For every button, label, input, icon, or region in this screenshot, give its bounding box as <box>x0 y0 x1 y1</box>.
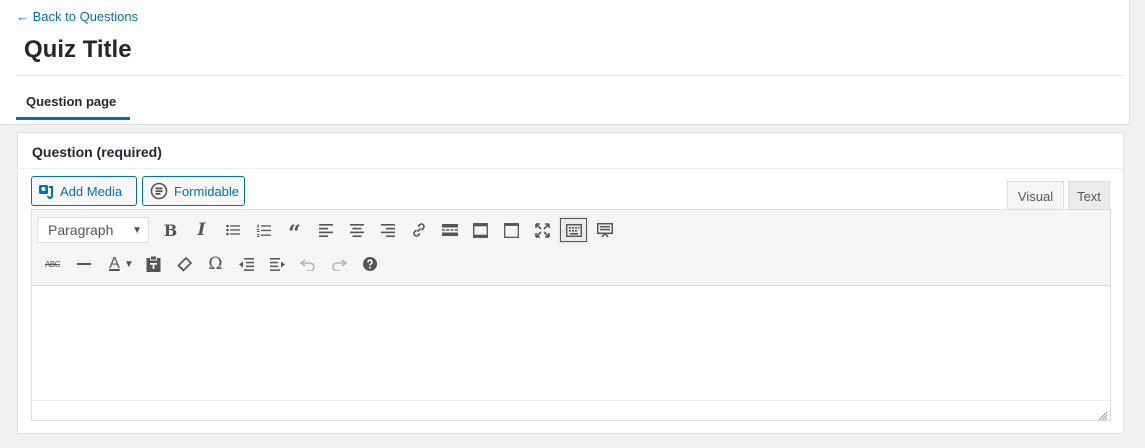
numbered-list-button[interactable] <box>248 216 279 244</box>
outdent-button[interactable] <box>231 250 262 278</box>
formidable-label: Formidable <box>174 183 240 199</box>
align-center-icon <box>349 223 364 237</box>
preview-button[interactable] <box>589 216 620 244</box>
back-to-questions-link[interactable]: ← Back to Questions <box>16 9 138 24</box>
editor-toolbar: Paragraph ▼ B I “ ABC A ▼ Ω <box>32 210 1110 286</box>
preview-icon <box>596 222 613 238</box>
chevron-down-icon[interactable]: ▼ <box>124 259 134 270</box>
formidable-icon <box>150 182 168 200</box>
toolbar-toggle-icon <box>565 223 582 237</box>
align-right-icon <box>380 223 395 237</box>
eraser-icon <box>177 256 192 272</box>
strikethrough-icon: ABC <box>45 259 60 269</box>
redo-icon <box>331 258 348 271</box>
clear-formatting-button[interactable] <box>169 250 200 278</box>
undo-icon <box>300 258 316 271</box>
paste-text-icon <box>146 256 161 272</box>
align-left-icon <box>318 223 333 237</box>
bullet-list-button[interactable] <box>217 216 248 244</box>
outdent-icon <box>238 257 254 271</box>
toolbar-toggle-button[interactable] <box>558 216 589 244</box>
page-header: ← Back to Questions Quiz Title Question … <box>0 0 1130 125</box>
add-media-button[interactable]: Add Media <box>31 176 137 206</box>
toolbar-row-1: Paragraph ▼ B I “ <box>37 216 620 247</box>
special-character-icon: Ω <box>208 254 223 274</box>
media-icon <box>39 184 54 199</box>
undo-button[interactable] <box>293 250 324 278</box>
bullet-list-icon <box>225 224 240 236</box>
align-center-button[interactable] <box>341 216 372 244</box>
question-postbox: Question (required) Add Media Formidable… <box>17 132 1124 434</box>
formidable-button[interactable]: Formidable <box>142 176 245 206</box>
indent-button[interactable] <box>262 250 293 278</box>
title-divider <box>16 75 1123 76</box>
toolbar-row-2: ABC A ▼ Ω <box>37 250 386 278</box>
format-select-value: Paragraph <box>48 222 114 238</box>
redo-button[interactable] <box>324 250 355 278</box>
bold-icon: B <box>163 220 178 240</box>
page-break-button[interactable] <box>496 216 527 244</box>
blockquote-icon: “ <box>288 221 301 247</box>
tab-visual[interactable]: Visual <box>1007 181 1064 210</box>
help-icon <box>363 257 378 271</box>
horizontal-line-icon <box>76 262 91 266</box>
insert-block-icon <box>473 222 488 238</box>
help-button[interactable] <box>355 250 386 278</box>
page-title: Quiz Title <box>24 36 132 63</box>
read-more-icon <box>441 224 458 236</box>
tab-question-page[interactable]: Question page <box>16 86 130 120</box>
strikethrough-button[interactable]: ABC <box>37 250 68 278</box>
insert-block-button[interactable] <box>465 216 496 244</box>
fullscreen-icon <box>535 222 550 238</box>
rich-text-editor: Paragraph ▼ B I “ ABC A ▼ Ω <box>31 209 1111 421</box>
tab-text[interactable]: Text <box>1068 181 1110 210</box>
editor-status-bar <box>32 400 1110 421</box>
resize-handle-icon[interactable] <box>1098 408 1108 421</box>
page-break-icon <box>504 222 519 238</box>
link-icon <box>411 222 427 238</box>
paste-text-button[interactable] <box>138 250 169 278</box>
bold-button[interactable]: B <box>155 216 186 244</box>
read-more-button[interactable] <box>434 216 465 244</box>
fullscreen-button[interactable] <box>527 216 558 244</box>
horizontal-line-button[interactable] <box>68 250 99 278</box>
align-right-button[interactable] <box>372 216 403 244</box>
indent-icon <box>269 257 285 271</box>
editor-content-area[interactable] <box>32 286 1110 400</box>
numbered-list-icon <box>256 224 271 237</box>
blockquote-button[interactable]: “ <box>279 216 310 247</box>
align-left-button[interactable] <box>310 216 341 244</box>
format-select[interactable]: Paragraph ▼ <box>37 217 149 243</box>
text-color-icon: A <box>109 255 120 272</box>
italic-icon: I <box>197 220 206 240</box>
italic-button[interactable]: I <box>186 216 217 244</box>
link-button[interactable] <box>403 216 434 244</box>
add-media-label: Add Media <box>60 183 123 199</box>
chevron-down-icon: ▼ <box>132 224 142 236</box>
postbox-title: Question (required) <box>18 133 1123 169</box>
special-character-button[interactable]: Ω <box>200 250 231 278</box>
